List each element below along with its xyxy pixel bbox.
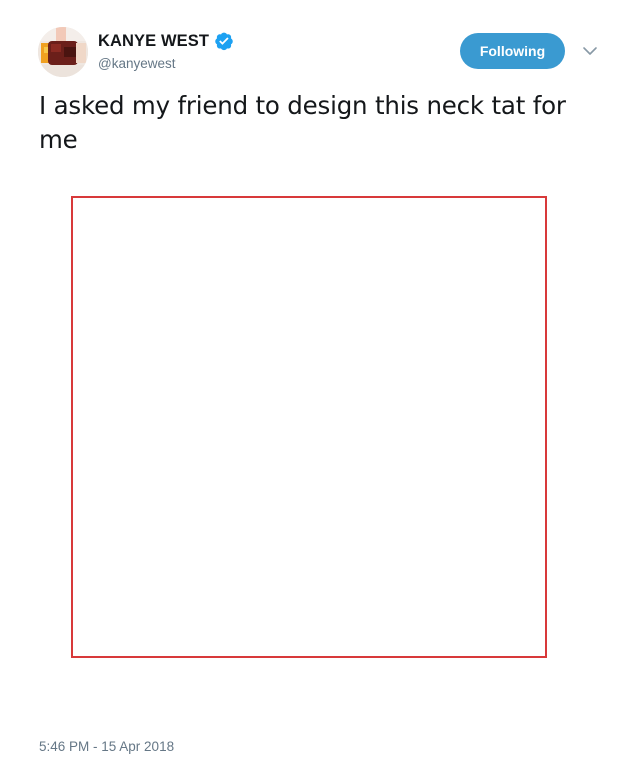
tweet-card: KANYE WEST @kanyewest Following I asked … <box>0 0 637 768</box>
tweet-timestamp[interactable]: 5:46 PM - 15 Apr 2018 <box>39 739 174 754</box>
tweet-media-image[interactable] <box>71 196 547 658</box>
verified-badge-icon <box>214 31 234 51</box>
display-name[interactable]: KANYE WEST <box>98 32 209 51</box>
avatar[interactable] <box>38 27 88 77</box>
tweet-text: I asked my friend to design this neck ta… <box>39 91 566 154</box>
chevron-down-icon[interactable] <box>582 44 598 58</box>
username[interactable]: @kanyewest <box>98 56 176 71</box>
following-button[interactable]: Following <box>460 33 565 69</box>
display-name-row[interactable]: KANYE WEST <box>98 30 234 52</box>
avatar-image <box>38 27 88 77</box>
